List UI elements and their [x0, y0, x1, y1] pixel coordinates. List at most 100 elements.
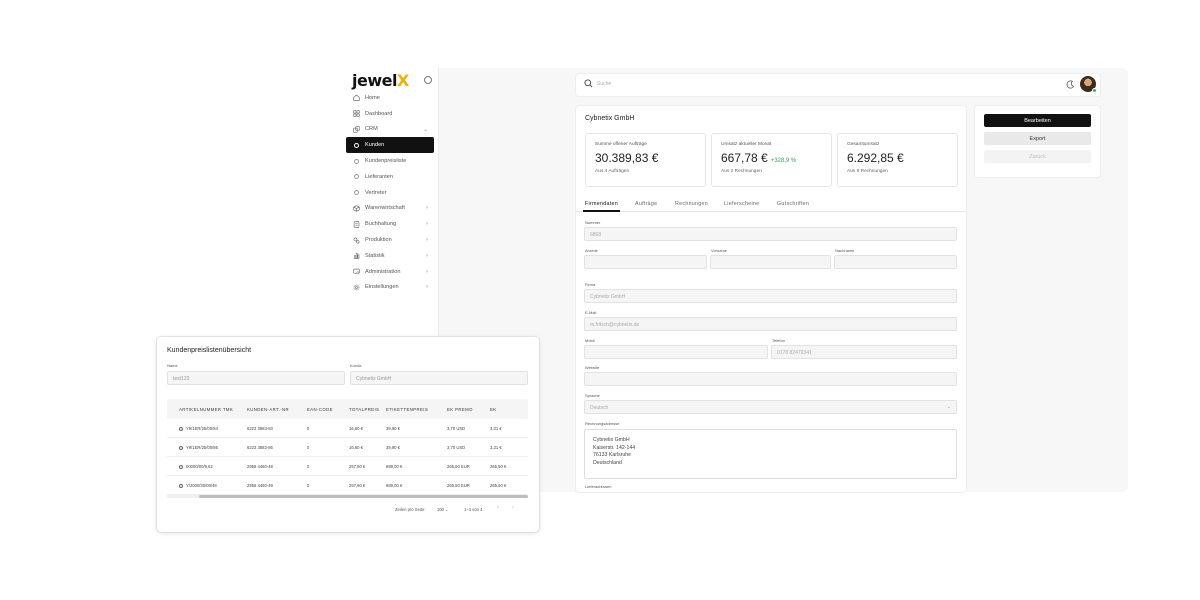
edit-button[interactable]: Bearbeiten [984, 114, 1091, 127]
tab-firmendaten[interactable]: Firmendaten [582, 201, 621, 212]
column-header[interactable]: TOTALPREIS [349, 407, 379, 412]
table-row[interactable]: Y/2000/30/00/48 2956 4460-49 0 257,60 € 689,… [167, 476, 528, 495]
sidebar-item-warenwirtschaft[interactable]: Warenwirtschaft › [346, 201, 434, 217]
tab-gutschriften[interactable]: Gutschriften [777, 201, 809, 207]
sidebar-item-label: Vertreter [365, 189, 387, 196]
sidebar-item-vertreter[interactable]: Vertreter [346, 185, 434, 201]
sidebar-item-kunden[interactable]: Kunden [346, 137, 434, 154]
nachname-label: Nachname [835, 248, 855, 253]
export-button[interactable]: Export [984, 132, 1091, 145]
online-status-icon [1092, 88, 1097, 93]
table-cell: 16,60 € [349, 426, 363, 431]
bullet-icon [352, 173, 360, 181]
chevron-right-icon: › [426, 284, 428, 291]
search-bar[interactable]: Suche [576, 74, 1100, 96]
table-cell: 2956 4460-49 [247, 483, 273, 488]
sidebar-item-lieferanten[interactable]: Lieferanten [346, 169, 434, 185]
column-header[interactable]: KUNDEN-ART.-NR [247, 407, 289, 412]
sidebar-item-label: Home [365, 94, 380, 101]
vorname-field[interactable] [710, 255, 831, 269]
telefon-field[interactable]: 0178 82479341 [771, 345, 957, 359]
tab-lieferscheine[interactable]: Lieferscheine [724, 201, 759, 207]
sidebar-item-label: Lieferanten [365, 173, 393, 180]
sidebar-item-statistik[interactable]: Statistik › [346, 248, 434, 264]
sidebar-item-dashboard[interactable]: Dashboard [346, 106, 434, 122]
table-cell: Y9/1ER/25/00/86 [179, 445, 218, 450]
table-cell: 3,70 USD [447, 426, 466, 431]
table-cell: 6223 3883-84 [247, 426, 273, 431]
website-field[interactable] [584, 372, 957, 386]
stat-value: 30.389,83 € [595, 151, 659, 165]
overlay-title: Kundenpreislistenübersicht [167, 347, 252, 354]
table-cell: 2956 4460-48 [247, 464, 273, 469]
anrede-field[interactable] [584, 255, 707, 269]
next-page-button[interactable]: › [512, 505, 514, 511]
vorname-label: Vorname [711, 248, 728, 253]
price-list-overview-card: Kundenpreislistenübersicht Name test123 … [157, 337, 539, 532]
table-cell: 257,60 € [349, 464, 366, 469]
sprache-select[interactable]: Deutsch ⌄ [584, 400, 957, 414]
table-cell: Y/2000/30/00/48 [179, 483, 217, 488]
expand-row-icon[interactable] [179, 426, 183, 431]
table-cell: 0 [307, 426, 310, 431]
email-label: E-Mail [585, 310, 597, 315]
tab-rechnungen[interactable]: Rechnungen [675, 201, 708, 207]
nummer-field[interactable]: 6868 [584, 227, 957, 241]
ledger-icon [352, 220, 360, 228]
app-logo[interactable]: jewelX [352, 71, 409, 90]
rows-per-page-select[interactable]: 100 ⌄ [437, 507, 449, 512]
column-header[interactable]: EK [490, 407, 497, 412]
kunde-field[interactable]: Cybnetix GmbH [350, 371, 528, 385]
table-row[interactable]: 00000/00/9,62 2956 4460-48 0 257,60 € 689,00… [167, 457, 528, 476]
sidebar: jewelX Home Dashboard CRM ⌄ Kunden Kundenprei… [342, 68, 439, 340]
horizontal-scrollbar[interactable] [167, 495, 528, 498]
column-header[interactable]: ETIKETTENPREIS [386, 407, 428, 412]
mobil-label: Mobil [585, 338, 595, 343]
mobil-field[interactable] [584, 345, 768, 359]
firma-field[interactable]: Cybnetix GmbH [584, 289, 957, 303]
gear-icon [352, 283, 360, 291]
expand-row-icon[interactable] [179, 445, 183, 450]
nachname-field[interactable] [834, 255, 957, 269]
column-header[interactable]: EAN-CODE [307, 407, 333, 412]
table-cell: 265,50 € [490, 483, 507, 488]
sidebar-item-home[interactable]: Home [346, 90, 434, 106]
expand-row-icon[interactable] [179, 464, 183, 469]
kunde-label: Kunde [350, 363, 362, 368]
rechnungsadresse-field[interactable]: Cybnetix GmbH Kaiserstr. 142-144 76133 K… [584, 429, 957, 479]
sidebar-item-administration[interactable]: Administration › [346, 264, 434, 280]
sidebar-item-label: Kundenpreisliste [365, 158, 407, 165]
search-input[interactable]: Suche [597, 81, 611, 87]
email-field[interactable]: m.fritsch@cybnetix.de [584, 317, 957, 331]
chevron-right-icon: › [426, 221, 428, 228]
user-avatar[interactable] [1080, 76, 1097, 93]
table-row[interactable]: Y9/1ER/25/00/84 6223 3883-84 0 16,60 € 39,90… [167, 419, 528, 438]
sidebar-toggle-icon[interactable] [424, 76, 432, 84]
expand-row-icon[interactable] [179, 483, 183, 488]
sidebar-item-crm[interactable]: CRM ⌄ [346, 122, 434, 138]
name-field[interactable]: test123 [167, 371, 345, 385]
table-row[interactable]: Y9/1ER/25/00/86 6223 3883-86 0 16,60 € 39,90… [167, 438, 528, 457]
sidebar-item-label: Dashboard [365, 110, 393, 117]
sidebar-item-label: Warenwirtschaft [365, 205, 405, 212]
sidebar-item-kundenpreisliste[interactable]: Kundenpreisliste [346, 153, 434, 169]
column-header[interactable]: ARTIKELNUMMER TMK [179, 407, 233, 412]
back-button[interactable]: Zurück [984, 150, 1091, 163]
table-cell: Y9/1ER/25/00/84 [179, 426, 218, 431]
prev-page-button[interactable]: ‹ [497, 505, 499, 511]
table-cell: 00000/00/9,62 [179, 464, 213, 469]
column-header[interactable]: EK PREMO [447, 407, 473, 412]
stat-sub: Aus 2 Rechnungen [721, 169, 762, 174]
tab-auftraege[interactable]: Aufträge [635, 201, 657, 207]
theme-toggle-icon[interactable] [1066, 80, 1075, 89]
chevron-right-icon: › [426, 205, 428, 212]
bullet-icon [352, 157, 360, 165]
sidebar-item-buchhaltung[interactable]: Buchhaltung › [346, 216, 434, 232]
sidebar-item-produktion[interactable]: Produktion › [346, 232, 434, 248]
table-cell: 6223 3883-86 [247, 445, 273, 450]
admin-icon [352, 268, 360, 276]
sidebar-item-einstellungen[interactable]: Einstellungen › [346, 280, 434, 296]
stat-label: Umsatz aktueller Monat [721, 142, 772, 147]
scrollbar-thumb[interactable] [199, 495, 528, 498]
bullet-icon [352, 189, 360, 197]
